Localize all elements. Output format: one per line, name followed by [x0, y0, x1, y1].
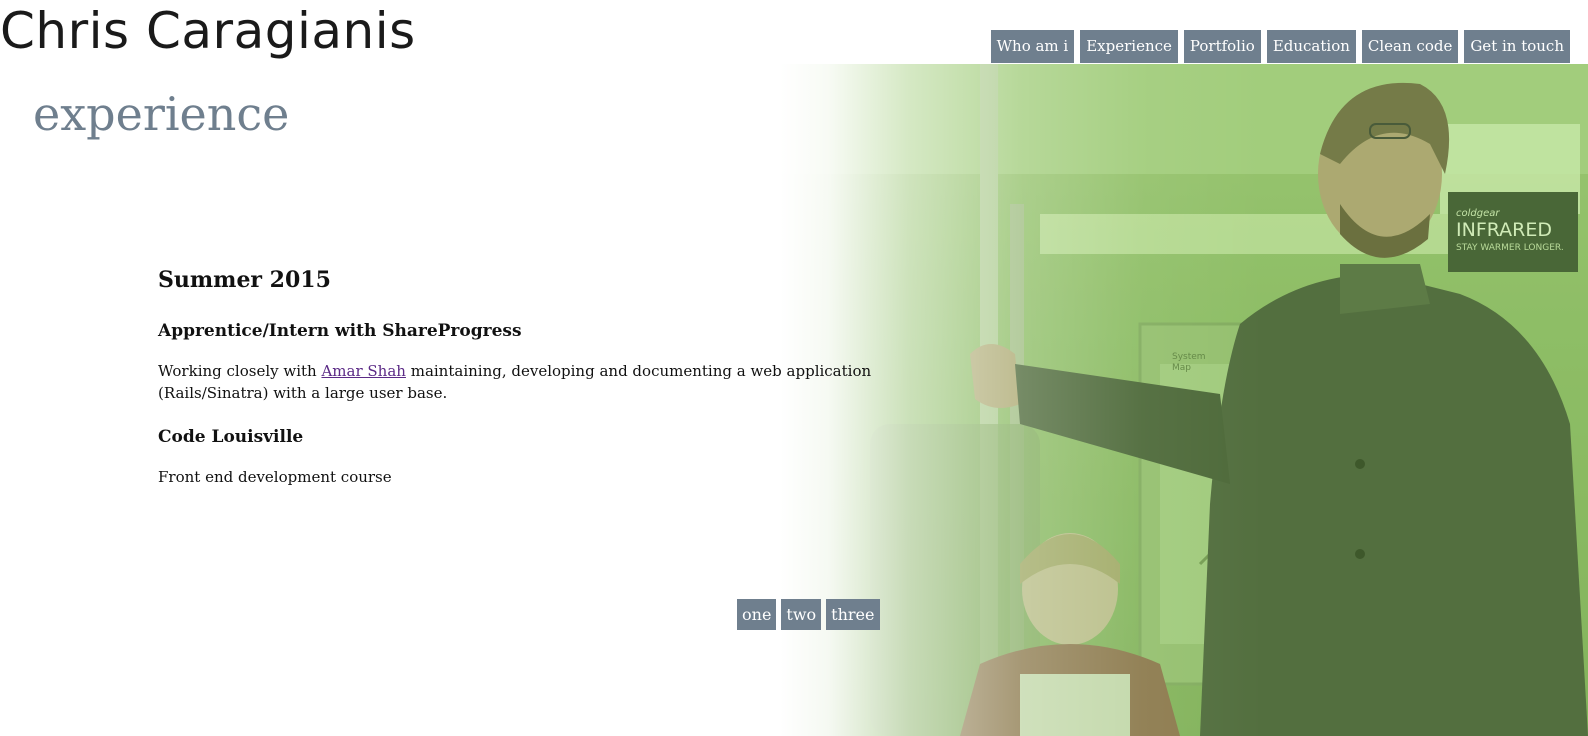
role-description: Front end development course	[158, 468, 392, 486]
subway-scene-illustration: System Map coldgear INFRARED STAY WARMER…	[780, 64, 1588, 736]
nav-clean-code[interactable]: Clean code	[1361, 30, 1459, 63]
experience-period: Summer 2015	[158, 267, 331, 293]
amar-shah-link[interactable]: Amar Shah	[321, 362, 405, 380]
experience-content: Summer 2015 Apprentice/Intern with Share…	[158, 262, 878, 508]
hero-photo: System Map coldgear INFRARED STAY WARMER…	[780, 64, 1588, 736]
nav-who-am-i[interactable]: Who am i	[990, 30, 1075, 63]
photo-tint	[780, 64, 1588, 736]
role-description: Working closely with Amar Shah maintaini…	[158, 360, 878, 404]
nav-education[interactable]: Education	[1266, 30, 1356, 63]
role-title: Apprentice/Intern with ShareProgress	[158, 321, 522, 341]
nav-experience[interactable]: Experience	[1080, 30, 1178, 63]
role-title: Code Louisville	[158, 427, 304, 447]
page: System Map coldgear INFRARED STAY WARMER…	[0, 0, 1588, 736]
pager-button-one[interactable]: one	[737, 599, 777, 630]
nav-portfolio[interactable]: Portfolio	[1183, 30, 1261, 63]
experience-pager: one two three	[737, 599, 880, 630]
site-name: Chris Caragianis	[0, 2, 416, 60]
nav-get-in-touch[interactable]: Get in touch	[1464, 30, 1570, 63]
pager-button-two[interactable]: two	[781, 599, 822, 630]
main-nav: Who am i Experience Portfolio Education …	[990, 30, 1570, 63]
section-title: experience	[33, 87, 290, 141]
role-description-start: Working closely with	[158, 362, 322, 380]
pager-button-three[interactable]: three	[826, 599, 880, 630]
